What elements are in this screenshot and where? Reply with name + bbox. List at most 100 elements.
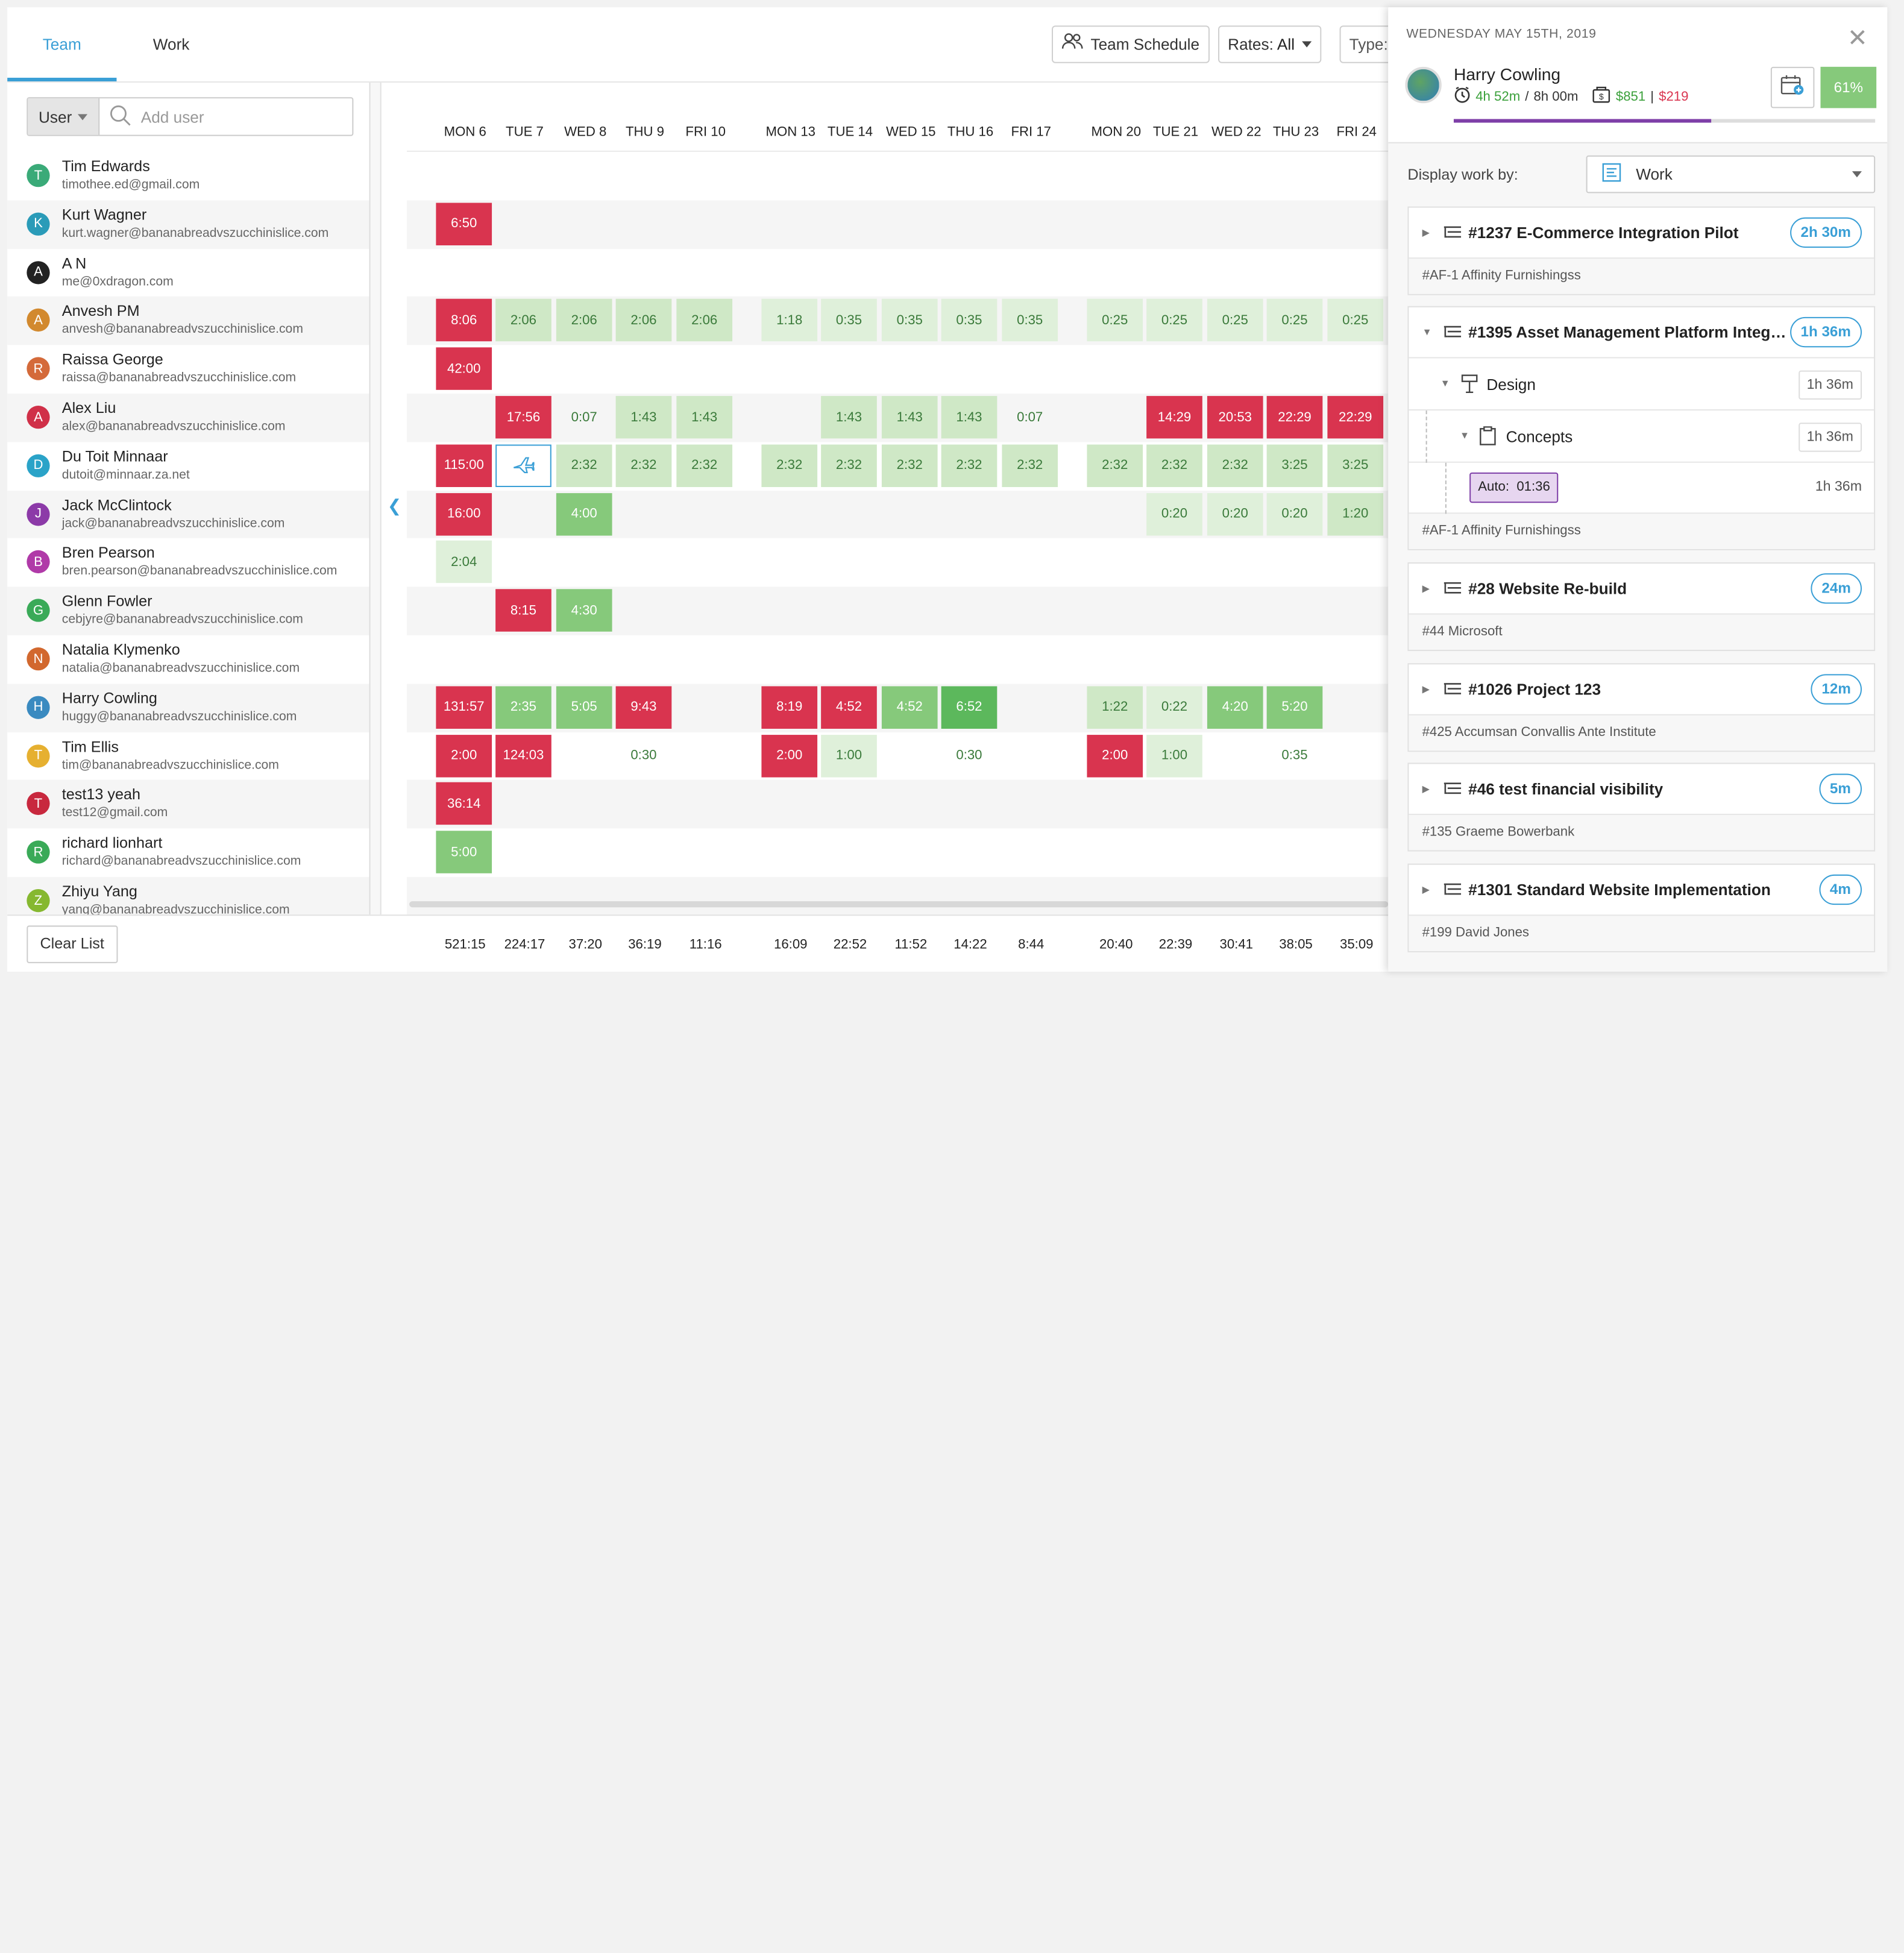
user-list-item[interactable]: D Du Toit Minnaar dutoit@minnaar.za.net (7, 442, 369, 490)
time-cell[interactable]: 0:20 (1146, 492, 1202, 535)
time-cell[interactable]: 1:43 (941, 395, 998, 439)
time-cell[interactable]: 2:32 (761, 444, 818, 487)
time-cell[interactable]: 8:15 (495, 589, 551, 632)
panel-divider[interactable] (370, 83, 382, 915)
time-cell[interactable]: 2:32 (1087, 444, 1143, 487)
time-cell[interactable]: 2:32 (881, 444, 938, 487)
chevron-left-icon[interactable]: ❮ (388, 495, 402, 516)
time-cell[interactable]: 0:07 (1002, 396, 1058, 439)
time-cell[interactable]: 1:00 (821, 734, 877, 777)
time-cell[interactable]: 2:06 (615, 299, 672, 342)
expand-arrow-icon[interactable]: ▶ (1422, 684, 1430, 694)
time-cell[interactable]: 5:00 (436, 831, 492, 874)
time-cell[interactable]: 4:30 (556, 589, 612, 632)
time-cell[interactable]: 0:25 (1207, 299, 1263, 342)
time-cell[interactable]: 1:43 (615, 395, 672, 439)
time-cell[interactable]: 5:05 (556, 686, 612, 729)
time-cell[interactable]: 2:32 (1002, 444, 1058, 487)
tab-work[interactable]: Work (116, 7, 225, 81)
time-cell[interactable]: 1:20 (1327, 492, 1384, 535)
time-cell[interactable]: 22:29 (1266, 395, 1323, 439)
time-cell[interactable]: 2:32 (556, 444, 612, 487)
time-cell[interactable]: 8:19 (761, 686, 818, 729)
user-list-item[interactable]: T Tim Edwards timothee.ed@gmail.com (7, 152, 369, 200)
time-cell[interactable]: 4:20 (1207, 686, 1263, 729)
project-row[interactable]: ▶ #1026 Project 123 12m (1409, 664, 1874, 715)
time-cell[interactable]: 0:35 (821, 299, 877, 342)
user-filter-dropdown[interactable]: User (28, 98, 100, 135)
time-cell[interactable]: 1:43 (881, 395, 938, 439)
time-cell[interactable]: 16:00 (436, 492, 492, 535)
collapse-arrow-icon[interactable]: ▼ (1441, 378, 1450, 389)
time-cell[interactable]: 115:00 (436, 444, 492, 487)
expand-arrow-icon[interactable]: ▶ (1422, 583, 1430, 594)
project-row[interactable]: ▶ #1237 E-Commerce Integration Pilot 2h … (1409, 208, 1874, 259)
user-list-item[interactable]: G Glenn Fowler cebjyre@bananabreadvszucchi… (7, 587, 369, 635)
time-cell[interactable]: 4:52 (881, 686, 938, 729)
time-cell[interactable]: 2:32 (1146, 444, 1202, 487)
tab-team[interactable]: Team (7, 7, 117, 82)
time-cell[interactable]: 0:25 (1327, 299, 1384, 342)
phase-row-design[interactable]: ▼ Design 1h 36m (1409, 358, 1874, 411)
time-cell[interactable]: 0:35 (881, 299, 938, 342)
time-cell[interactable]: 6:50 (436, 203, 492, 245)
time-cell[interactable]: 0:20 (1207, 492, 1263, 535)
time-cell[interactable]: 2:04 (436, 541, 492, 583)
user-list-item[interactable]: Rrichard lionhart richard@bananabreadvszu… (7, 829, 369, 877)
user-list-item[interactable]: H Harry Cowling huggy@bananabreadvszucchin… (7, 684, 369, 732)
expand-arrow-icon[interactable]: ▶ (1422, 227, 1430, 238)
time-entry-row[interactable]: Auto: 01:36 1h 36m (1409, 462, 1874, 514)
time-off-cell[interactable] (495, 444, 551, 487)
time-cell[interactable]: 1:00 (1146, 734, 1202, 777)
user-list-item[interactable]: A Anvesh PM anvesh@bananabreadvszucchinisl… (7, 297, 369, 345)
time-cell[interactable]: 0:35 (1002, 299, 1058, 342)
time-cell[interactable]: 0:35 (1267, 734, 1323, 777)
time-cell[interactable]: 5:20 (1266, 686, 1323, 729)
close-icon[interactable]: ✕ (1847, 23, 1868, 53)
time-cell[interactable]: 1:22 (1087, 686, 1143, 729)
time-cell[interactable]: 2:35 (495, 686, 551, 729)
time-cell[interactable]: 9:43 (615, 686, 672, 729)
time-cell[interactable]: 6:52 (941, 686, 998, 729)
project-row[interactable]: ▼ #1395 Asset Management Platform Integr… (1409, 307, 1874, 359)
time-cell[interactable]: 0:25 (1087, 299, 1143, 342)
time-cell[interactable]: 0:25 (1146, 299, 1202, 342)
time-cell[interactable]: 0:07 (556, 396, 612, 439)
user-list-item[interactable]: A A N me@0xdragon.com (7, 248, 369, 297)
time-cell[interactable]: 2:32 (1207, 444, 1263, 487)
user-list-item[interactable]: R Raissa George raissa@bananabreadvszucchi… (7, 345, 369, 394)
time-cell[interactable]: 1:18 (761, 299, 818, 342)
time-cell[interactable]: 42:00 (436, 347, 492, 391)
rates-dropdown[interactable]: Rates: All (1218, 25, 1322, 63)
time-cell[interactable]: 2:00 (1087, 734, 1143, 777)
time-cell[interactable]: 1:43 (676, 395, 733, 439)
time-cell[interactable]: 2:00 (436, 734, 492, 777)
time-cell[interactable]: 3:25 (1266, 444, 1323, 487)
type-dropdown[interactable]: Type: (1339, 25, 1389, 63)
user-list-item[interactable]: A Alex Liu alex@bananabreadvszucchinislice… (7, 393, 369, 442)
time-cell[interactable]: 0:20 (1266, 492, 1323, 535)
user-list-item[interactable]: B Bren Pearson bren.pearson@bananabreadvsz… (7, 538, 369, 587)
user-list-item[interactable]: Ttest13 yeah test12@gmail.com (7, 780, 369, 829)
add-schedule-button[interactable] (1770, 66, 1815, 108)
time-cell[interactable]: 2:32 (821, 444, 877, 487)
project-row[interactable]: ▶ #1301 Standard Website Implementation … (1409, 865, 1874, 916)
user-list-item[interactable]: J Jack McClintock jack@bananabreadvszucchi… (7, 490, 369, 539)
project-row[interactable]: ▶ #46 test financial visibility 5m (1409, 764, 1874, 816)
time-cell[interactable]: 131:57 (436, 686, 492, 729)
clear-list-button[interactable]: Clear List (27, 925, 118, 963)
time-cell[interactable]: 0:22 (1146, 686, 1202, 729)
user-list-item[interactable]: T Tim Ellis tim@bananabreadvszucchinislice… (7, 732, 369, 780)
time-cell[interactable]: 2:06 (556, 299, 612, 342)
display-by-select[interactable]: Work (1586, 155, 1876, 193)
time-cell[interactable]: 2:32 (615, 444, 672, 487)
time-cell[interactable]: 2:06 (495, 299, 551, 342)
time-cell[interactable]: 22:29 (1327, 395, 1384, 439)
project-row[interactable]: ▶ #28 Website Re-build 24m (1409, 564, 1874, 615)
time-cell[interactable]: 14:29 (1146, 395, 1202, 439)
time-cell[interactable]: 2:00 (761, 734, 818, 777)
time-cell[interactable]: 0:25 (1266, 299, 1323, 342)
time-cell[interactable]: 8:06 (436, 299, 492, 342)
time-cell[interactable]: 0:30 (941, 734, 998, 777)
collapse-arrow-icon[interactable]: ▼ (1460, 430, 1469, 441)
